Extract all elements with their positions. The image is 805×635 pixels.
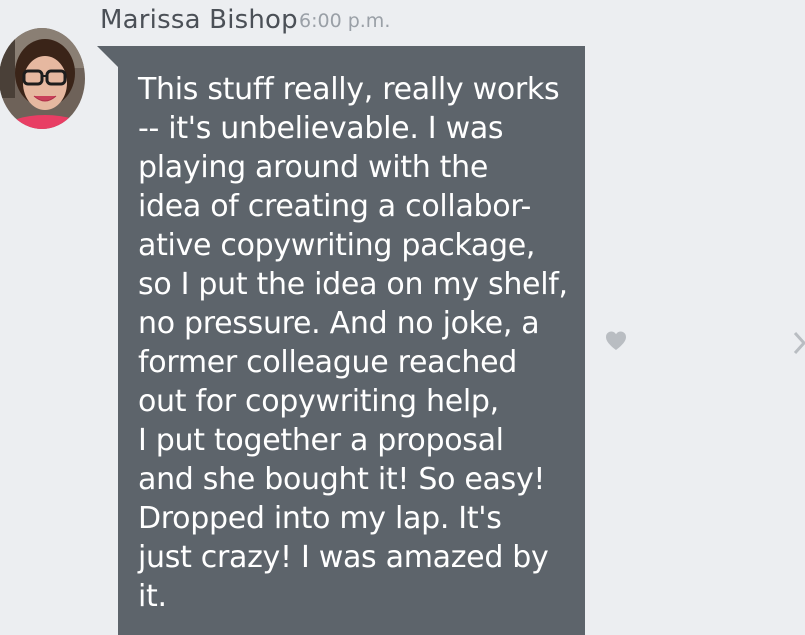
avatar[interactable]: [0, 28, 85, 129]
chevron-right-glyph: [793, 331, 805, 355]
avatar-photo: [0, 28, 85, 129]
message-text: This stuff really, really works -- it's …: [138, 72, 568, 614]
bubble-tail: [97, 46, 119, 68]
chevron-right-icon[interactable]: [792, 330, 805, 356]
heart-icon-glyph: [606, 331, 626, 350]
sender-name: Marissa Bishop: [100, 5, 298, 35]
message-timestamp: 6:00 p.m.: [299, 10, 391, 32]
chat-screen: Marissa Bishop 6:00 p.m. This stuff real…: [0, 0, 805, 635]
heart-icon[interactable]: [605, 330, 627, 352]
